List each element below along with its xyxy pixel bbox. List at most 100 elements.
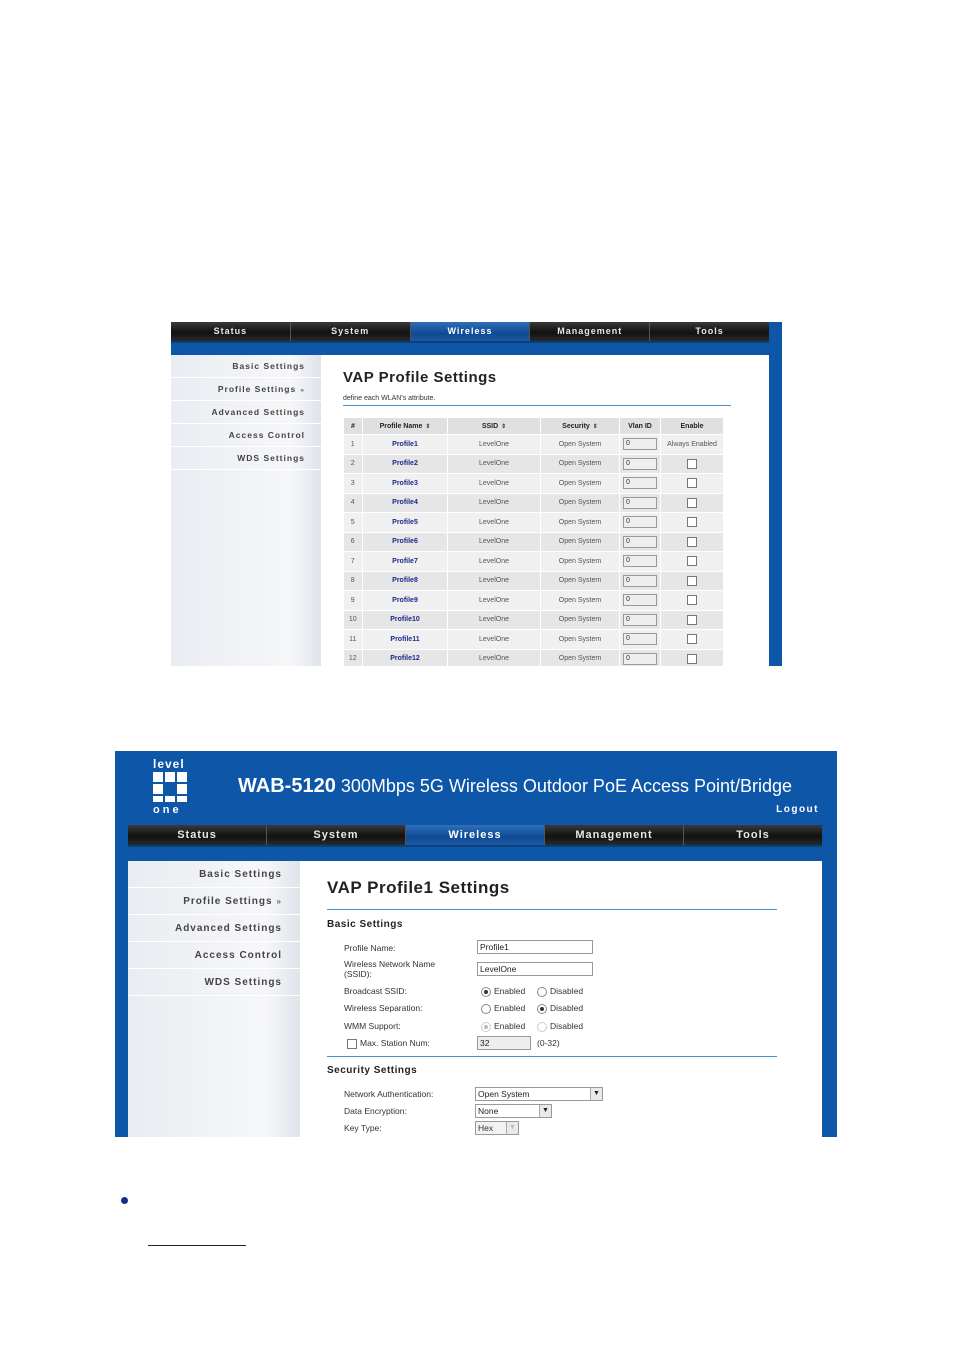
sidebar-item-wds-settings[interactable]: WDS Settings — [171, 447, 321, 470]
separation-enabled-radio[interactable]: Enabled — [481, 1003, 525, 1014]
ssid-cell: LevelOne — [447, 493, 541, 513]
vlan-id-input[interactable]: 0 — [623, 438, 657, 451]
profile-name-link[interactable]: Profile4 — [362, 493, 448, 513]
chevron-down-icon: ▼ — [539, 1105, 551, 1117]
nav-status[interactable]: Status — [171, 322, 291, 341]
row-number: 1 — [343, 434, 363, 455]
vlan-id-input[interactable]: 0 — [623, 613, 657, 626]
col-enable: Enable — [660, 417, 724, 435]
enable-checkbox[interactable] — [687, 536, 697, 547]
col-security[interactable]: Security ⇕ — [540, 417, 620, 435]
profile-name-input[interactable]: Profile1 — [477, 940, 593, 954]
enable-checkbox[interactable] — [687, 497, 697, 508]
data-encryption-select[interactable]: None ▼ — [475, 1104, 552, 1118]
max-station-label: Max. Station Num: — [360, 1038, 430, 1048]
profile-name-link[interactable]: Profile12 — [362, 649, 448, 666]
sidebar-item-wds-settings[interactable]: WDS Settings — [128, 969, 300, 996]
table-row: 12 Profile12 LevelOne Open System 0 — [343, 649, 724, 666]
enable-cell — [660, 473, 724, 494]
ssid-label-line1: Wireless Network Name — [344, 959, 436, 969]
logo-text-top: level — [153, 757, 185, 771]
enable-checkbox[interactable] — [687, 458, 697, 469]
security-cell: Open System — [540, 649, 620, 666]
ssid-label-line2: (SSID): — [344, 969, 372, 979]
vlan-id-input[interactable]: 0 — [623, 496, 657, 509]
separation-disabled-radio[interactable]: Disabled — [537, 1003, 583, 1014]
security-cell: Open System — [540, 532, 620, 552]
vlan-id-input[interactable]: 0 — [623, 555, 657, 568]
title-divider — [327, 909, 777, 910]
profile-name-link[interactable]: Profile5 — [362, 512, 448, 533]
select-value: None — [478, 1106, 499, 1116]
vlan-id-input[interactable]: 0 — [623, 652, 657, 665]
vlan-id-input[interactable]: 0 — [623, 457, 657, 470]
vlan-cell: 0 — [619, 532, 661, 552]
nav-status[interactable]: Status — [128, 825, 267, 845]
max-station-input[interactable]: 32 — [477, 1036, 531, 1050]
vap-profile-list-screenshot: Status System Wireless Management Tools … — [171, 322, 782, 666]
profile-name-link[interactable]: Profile6 — [362, 532, 448, 552]
profile-name-link[interactable]: Profile3 — [362, 473, 448, 494]
nav-system[interactable]: System — [267, 825, 406, 845]
sidebar-item-basic-settings[interactable]: Basic Settings — [128, 861, 300, 888]
nav-system[interactable]: System — [291, 322, 411, 341]
table-row: 9 Profile9 LevelOne Open System 0 — [343, 590, 724, 611]
col-number[interactable]: # — [343, 417, 363, 435]
sidebar-item-advanced-settings[interactable]: Advanced Settings — [171, 401, 321, 424]
sidebar-item-basic-settings[interactable]: Basic Settings — [171, 355, 321, 378]
vlan-id-input[interactable]: 0 — [623, 516, 657, 529]
profile-name-link[interactable]: Profile1 — [362, 434, 448, 455]
sidebar-item-advanced-settings[interactable]: Advanced Settings — [128, 915, 300, 942]
col-ssid[interactable]: SSID ⇕ — [447, 417, 541, 435]
enable-checkbox[interactable] — [687, 614, 697, 625]
enable-checkbox[interactable] — [687, 634, 697, 645]
profile-name-link[interactable]: Profile9 — [362, 590, 448, 611]
nav-tools[interactable]: Tools — [684, 825, 822, 845]
nav-wireless[interactable]: Wireless — [410, 322, 531, 341]
nav-underbar — [171, 343, 769, 355]
sidebar-item-label: WDS Settings — [204, 977, 282, 988]
profile-name-link[interactable]: Profile8 — [362, 571, 448, 591]
enable-cell — [660, 454, 724, 474]
ssid-input[interactable]: LevelOne — [477, 962, 593, 976]
enable-checkbox[interactable] — [687, 595, 697, 606]
enable-checkbox[interactable] — [687, 478, 697, 489]
enable-checkbox[interactable] — [687, 653, 697, 664]
ssid-cell: LevelOne — [447, 610, 541, 630]
vlan-cell: 0 — [619, 434, 661, 455]
sidebar: Basic Settings Profile Settings» Advance… — [171, 355, 321, 666]
vlan-id-input[interactable]: 0 — [623, 633, 657, 646]
profile-name-link[interactable]: Profile10 — [362, 610, 448, 630]
select-value: Open System — [478, 1089, 530, 1099]
sidebar-item-access-control[interactable]: Access Control — [128, 942, 300, 969]
enable-checkbox[interactable] — [687, 575, 697, 586]
vlan-id-input[interactable]: 0 — [623, 594, 657, 607]
profile-name-link[interactable]: Profile11 — [362, 629, 448, 650]
logout-link[interactable]: Logout — [776, 804, 819, 815]
network-authentication-select[interactable]: Open System ▼ — [475, 1087, 603, 1101]
wmm-disabled-radio: Disabled — [537, 1021, 583, 1032]
nav-tools[interactable]: Tools — [650, 322, 769, 341]
sidebar-item-label: Access Control — [194, 950, 282, 961]
sidebar-item-profile-settings[interactable]: Profile Settings» — [128, 888, 300, 915]
max-station-checkbox[interactable] — [347, 1038, 357, 1049]
vlan-id-input[interactable]: 0 — [623, 477, 657, 490]
vlan-id-input[interactable]: 0 — [623, 574, 657, 587]
wmm-enabled-radio: Enabled — [481, 1021, 525, 1032]
broadcast-ssid-disabled-radio[interactable]: Disabled — [537, 986, 583, 997]
profile-name-link[interactable]: Profile2 — [362, 454, 448, 474]
sidebar-item-access-control[interactable]: Access Control — [171, 424, 321, 447]
nav-wireless[interactable]: Wireless — [406, 825, 545, 845]
nav-management[interactable]: Management — [545, 825, 684, 845]
product-title: WAB-5120 300Mbps 5G Wireless Outdoor PoE… — [238, 775, 792, 798]
radio-dot — [481, 1003, 491, 1014]
col-profile-name[interactable]: Profile Name ⇕ — [362, 417, 448, 435]
enable-checkbox[interactable] — [687, 517, 697, 528]
sort-icon: ⇕ — [592, 423, 598, 430]
broadcast-ssid-enabled-radio[interactable]: Enabled — [481, 986, 525, 997]
vlan-id-input[interactable]: 0 — [623, 535, 657, 548]
nav-management[interactable]: Management — [530, 322, 651, 341]
enable-checkbox[interactable] — [687, 556, 697, 567]
sidebar-item-profile-settings[interactable]: Profile Settings» — [171, 378, 321, 401]
profile-name-link[interactable]: Profile7 — [362, 551, 448, 572]
